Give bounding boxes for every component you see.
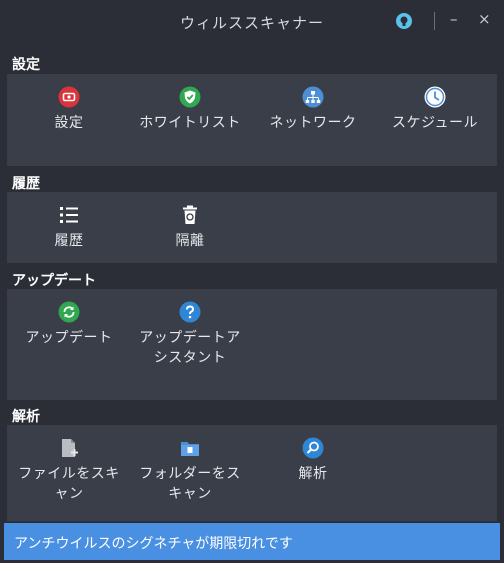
settings-icon: [58, 86, 80, 108]
network-label: ネットワーク: [269, 115, 357, 131]
title-bar: ウィルススキャナー – ×: [0, 0, 504, 44]
whitelist-label: ホワイトリスト: [139, 115, 241, 131]
whitelist-button[interactable]: ホワイトリスト: [135, 86, 245, 133]
scan-folder-label: フォルダーをスキャン: [139, 466, 241, 502]
clock-icon: [424, 86, 446, 108]
titlebar-separator: [434, 12, 435, 30]
history-panel: 履歴 隔離: [7, 192, 497, 263]
schedule-button[interactable]: スケジュール: [380, 86, 490, 133]
file-scan-icon: [62, 439, 78, 457]
update-assistant-label: アップデートアシスタント: [139, 330, 241, 366]
help-icon: [179, 301, 201, 323]
window-title: ウィルススキャナー: [179, 14, 324, 32]
section-heading-settings: 設定: [12, 57, 40, 73]
update-assistant-button[interactable]: アップデートアシスタント: [135, 301, 245, 368]
settings-label: 設定: [54, 115, 84, 131]
section-heading-history: 履歴: [12, 176, 40, 192]
trash-icon: [183, 205, 197, 224]
whitelist-shield-icon: [179, 86, 201, 108]
info-bulb-icon[interactable]: [395, 12, 413, 30]
update-icon: [58, 301, 80, 323]
history-button[interactable]: 履歴: [14, 204, 124, 251]
close-button[interactable]: ×: [478, 10, 491, 28]
network-icon: [302, 86, 324, 108]
analyze-button[interactable]: 解析: [258, 437, 368, 484]
scan-file-button[interactable]: ファイルをスキャン: [14, 437, 124, 504]
schedule-label: スケジュール: [391, 115, 479, 131]
folder-scan-icon: [181, 442, 199, 456]
settings-button[interactable]: 設定: [14, 86, 124, 133]
network-button[interactable]: ネットワーク: [258, 86, 368, 133]
section-heading-update: アップデート: [12, 273, 96, 289]
scan-file-label: ファイルをスキャン: [18, 466, 120, 502]
quarantine-button[interactable]: 隔離: [135, 204, 245, 251]
status-bar[interactable]: アンチウイルスのシグネチャが期限切れです: [4, 523, 500, 560]
status-message: アンチウイルスのシグネチャが期限切れです: [14, 536, 293, 552]
quarantine-label: 隔離: [175, 233, 205, 249]
analyze-label: 解析: [298, 466, 328, 482]
history-label: 履歴: [54, 233, 84, 249]
scan-folder-button[interactable]: フォルダーをスキャン: [135, 437, 245, 504]
update-button[interactable]: アップデート: [14, 301, 124, 348]
update-panel: アップデート アップデートアシスタント: [7, 289, 497, 400]
analysis-panel: ファイルをスキャン フォルダーをスキャン 解析: [7, 425, 497, 521]
settings-panel: 設定 ホワイトリスト ネットワーク スケジュール: [7, 74, 497, 166]
minimize-button[interactable]: –: [450, 10, 458, 28]
section-heading-analysis: 解析: [12, 409, 40, 425]
search-icon: [302, 437, 324, 459]
update-label: アップデート: [25, 330, 113, 346]
list-icon: [60, 207, 78, 223]
